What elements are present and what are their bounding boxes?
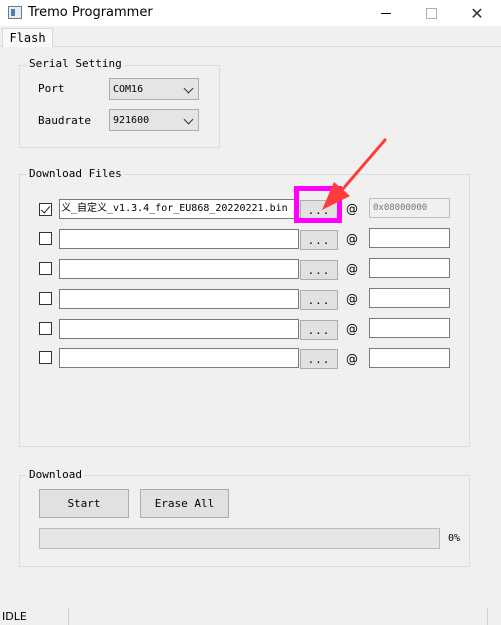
address-input[interactable] — [369, 348, 450, 368]
download-title: Download — [27, 468, 84, 481]
baudrate-value: 921600 — [113, 114, 150, 126]
browse-button[interactable]: ... — [300, 320, 338, 340]
baudrate-select[interactable]: 921600 — [109, 109, 199, 131]
file-path-input[interactable]: 义_自定义_v1.3.4_for_EU868_20220221.bin — [59, 199, 299, 219]
file-enable-checkbox[interactable] — [39, 351, 52, 364]
file-enable-checkbox[interactable] — [39, 292, 52, 305]
baudrate-label: Baudrate — [38, 114, 91, 127]
window-title: Tremo Programmer — [28, 5, 153, 20]
status-text: IDLE — [2, 610, 27, 623]
address-input[interactable] — [369, 288, 450, 308]
port-label: Port — [38, 82, 65, 95]
tab-flash[interactable]: Flash — [2, 28, 53, 47]
status-divider — [487, 608, 488, 625]
at-symbol: @ — [346, 352, 358, 366]
chevron-down-icon — [183, 83, 194, 94]
maximize-button[interactable] — [408, 0, 454, 26]
tab-bar-divider — [0, 46, 501, 47]
file-enable-checkbox[interactable] — [39, 232, 52, 245]
browse-button[interactable]: ... — [300, 349, 338, 369]
port-value: COM16 — [113, 83, 144, 95]
file-path-input[interactable] — [59, 319, 299, 339]
status-divider — [68, 608, 69, 625]
browse-button[interactable]: ... — [300, 290, 338, 310]
minimize-button[interactable] — [363, 0, 409, 26]
erase-all-button[interactable]: Erase All — [140, 489, 229, 518]
serial-setting-title: Serial Setting — [27, 57, 124, 70]
browse-button[interactable]: ... — [300, 230, 338, 250]
file-path-input[interactable] — [59, 259, 299, 279]
file-enable-checkbox[interactable] — [39, 203, 52, 216]
at-symbol: @ — [346, 232, 358, 246]
close-button[interactable]: ✕ — [454, 0, 500, 26]
address-input[interactable] — [369, 258, 450, 278]
download-files-title: Download Files — [27, 167, 124, 180]
browse-button[interactable]: ... — [300, 260, 338, 280]
file-path-input[interactable] — [59, 348, 299, 368]
file-enable-checkbox[interactable] — [39, 322, 52, 335]
annotation-arrow-icon — [322, 138, 387, 210]
address-input[interactable] — [369, 228, 450, 248]
port-select[interactable]: COM16 — [109, 78, 199, 100]
start-button[interactable]: Start — [39, 489, 129, 518]
at-symbol: @ — [346, 262, 358, 276]
download-progress-bar — [39, 528, 440, 549]
file-path-input[interactable] — [59, 229, 299, 249]
at-symbol: @ — [346, 292, 358, 306]
file-path-input[interactable] — [59, 289, 299, 309]
file-enable-checkbox[interactable] — [39, 262, 52, 275]
progress-percent: 0% — [448, 533, 461, 544]
chevron-down-icon — [183, 114, 194, 125]
at-symbol: @ — [346, 322, 358, 336]
app-icon — [8, 6, 22, 19]
address-input[interactable] — [369, 318, 450, 338]
